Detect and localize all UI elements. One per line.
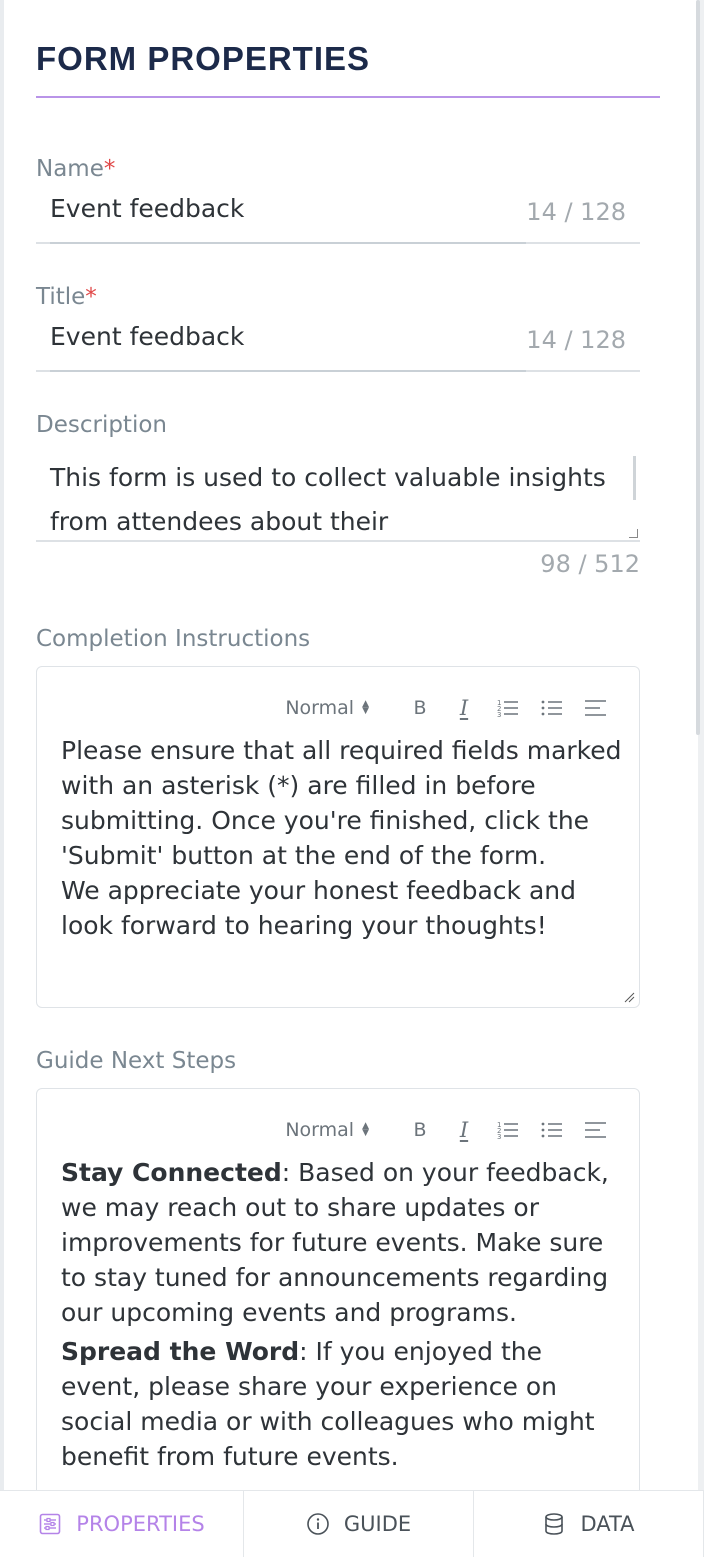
align-button[interactable] [581,1117,611,1143]
bold-button[interactable]: B [405,1117,435,1143]
title-field[interactable]: Event feedback 14 / 128 [36,320,640,372]
format-select-value: Normal [285,697,355,719]
editor-paragraph: Stay Connected: Based on your feedback, … [61,1155,623,1330]
tab-properties-label: PROPERTIES [76,1512,205,1536]
description-scrollbar[interactable] [633,456,636,500]
title-divider [36,96,660,98]
italic-button[interactable]: I [449,695,479,721]
required-mark: * [103,156,116,182]
editor-toolbar: Normal ▲ ▼ B I 123 [285,1117,611,1143]
name-label: Name* [36,156,115,182]
bullet-list-button[interactable] [537,695,567,721]
title-field-value[interactable]: Event feedback [50,322,244,351]
bold-glyph: B [413,697,427,719]
required-mark: * [85,284,97,310]
ordered-list-button[interactable]: 123 [493,1117,523,1143]
name-field-underline [50,242,526,244]
ordered-list-icon: 123 [497,699,518,718]
name-char-count: 14 / 128 [526,198,626,226]
name-field[interactable]: Event feedback 14 / 128 [36,192,640,244]
resize-handle-icon[interactable] [623,991,635,1003]
form-properties-panel: FORM PROPERTIES Name* Event feedback 14 … [0,0,704,1557]
format-select[interactable]: Normal ▲ ▼ [285,1119,369,1141]
bullet-list-button[interactable] [537,1117,567,1143]
title-char-count: 14 / 128 [526,326,626,354]
svg-text:3: 3 [497,711,501,718]
ordered-list-button[interactable]: 123 [493,695,523,721]
page-title: FORM PROPERTIES [36,40,371,77]
bullet-list-icon [541,1122,562,1138]
italic-glyph: I [459,696,469,720]
editor-paragraph: We appreciate your honest feedback and l… [61,876,577,940]
title-label-text: Title [36,284,86,310]
svg-text:3: 3 [497,1133,501,1140]
description-label: Description [36,412,167,438]
tab-guide-label: GUIDE [343,1512,412,1536]
tab-data[interactable]: DATA [474,1491,704,1557]
format-select[interactable]: Normal ▲ ▼ [285,697,369,719]
paragraph-bold-lead: Stay Connected [61,1158,282,1187]
name-label-text: Name [36,156,104,182]
description-value[interactable]: This form is used to collect valuable in… [50,456,610,540]
select-arrows-icon: ▲ ▼ [362,699,369,716]
align-left-icon [585,700,606,716]
completion-instructions-label: Completion Instructions [36,626,311,652]
bold-button[interactable]: B [405,695,435,721]
name-field-value[interactable]: Event feedback [50,194,244,223]
info-circle-icon [307,1513,329,1535]
sliders-icon [39,1513,61,1535]
description-textarea[interactable]: This form is used to collect valuable in… [36,452,640,542]
bullet-list-icon [541,700,562,716]
editor-toolbar: Normal ▲ ▼ B I 123 [285,695,611,721]
description-char-count: 98 / 512 [540,550,640,578]
guide-next-steps-editor[interactable]: Normal ▲ ▼ B I 123 Stay Connected: Based … [36,1088,640,1510]
tab-guide[interactable]: GUIDE [244,1491,474,1557]
align-button[interactable] [581,695,611,721]
title-label: Title* [36,284,97,310]
editor-paragraph: Spread the Word: If you enjoyed the even… [61,1334,623,1474]
panel-left-border [0,0,4,1556]
guide-next-steps-content[interactable]: Stay Connected: Based on your feedback, … [61,1155,623,1474]
format-select-value: Normal [285,1119,355,1141]
completion-instructions-content[interactable]: Please ensure that all required fields m… [61,733,623,943]
select-arrows-icon: ▲ ▼ [362,1121,369,1138]
bold-glyph: B [413,1119,427,1141]
paragraph-bold-lead: Spread the Word [61,1337,300,1366]
database-icon [545,1513,564,1535]
align-left-icon [585,1122,606,1138]
guide-next-steps-label: Guide Next Steps [36,1048,237,1074]
title-field-underline [50,370,526,372]
italic-button[interactable]: I [449,1117,479,1143]
ordered-list-icon: 123 [497,1121,518,1140]
scrollbar-thumb[interactable] [696,0,700,735]
bottom-tab-bar: PROPERTIES GUIDE DATA [0,1490,704,1557]
completion-instructions-editor[interactable]: Normal ▲ ▼ B I 123 Please ensure that all… [36,666,640,1008]
italic-glyph: I [459,1118,469,1142]
tab-properties[interactable]: PROPERTIES [0,1491,244,1557]
editor-paragraph: Please ensure that all required fields m… [61,736,622,870]
tab-data-label: DATA [580,1512,635,1536]
resize-handle-icon[interactable] [629,529,638,538]
